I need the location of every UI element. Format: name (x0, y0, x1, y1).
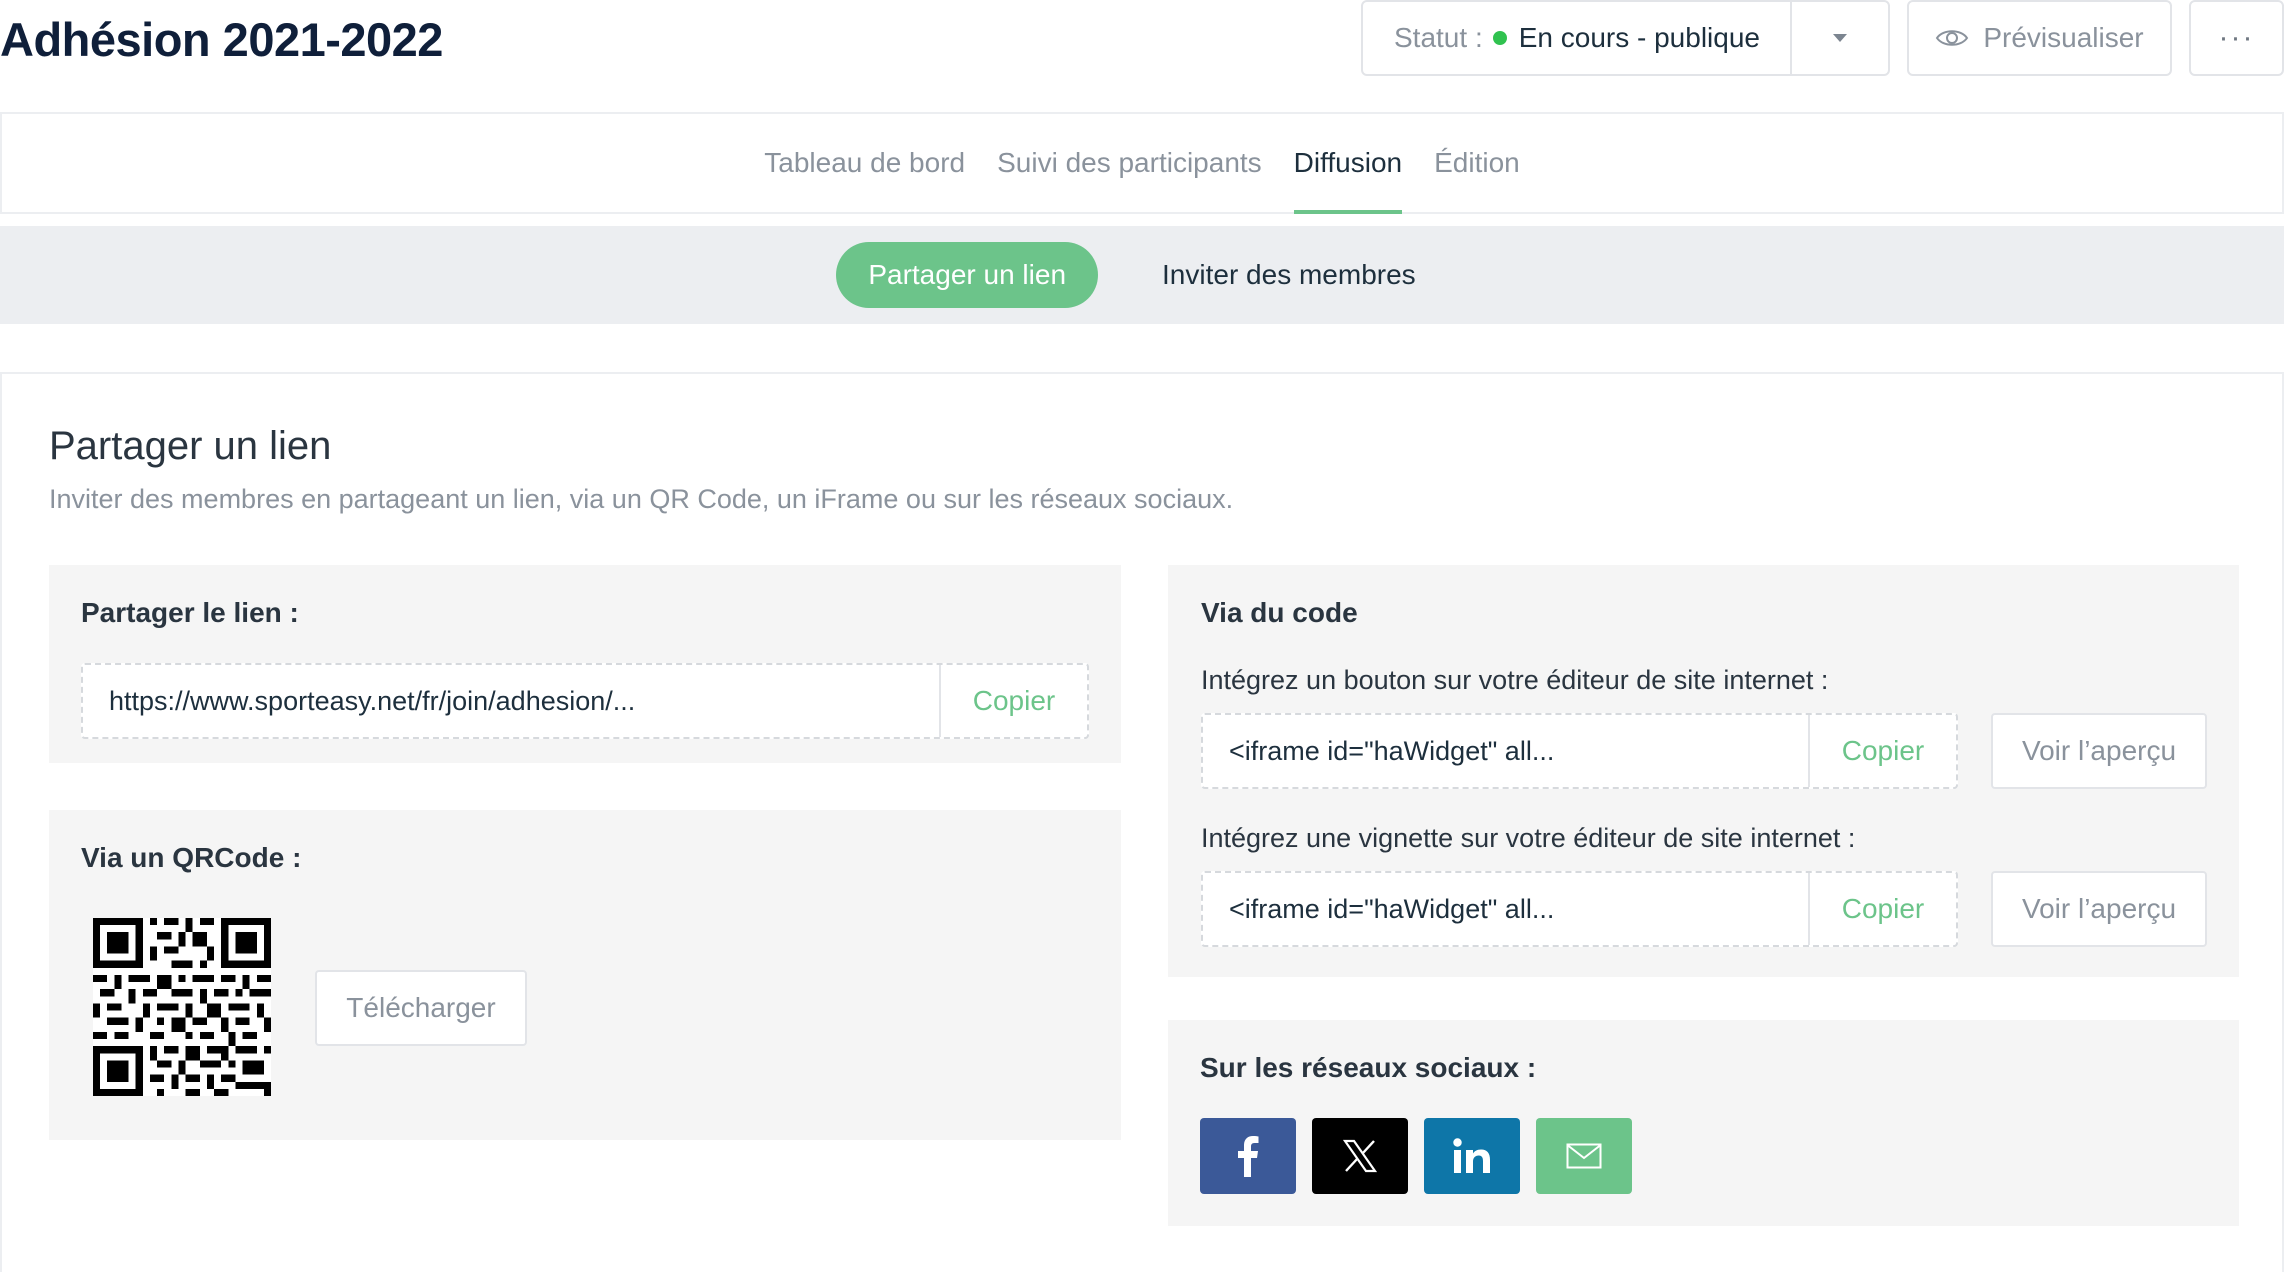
qrcode-panel: Via un QRCode : Télécharger (49, 810, 1121, 1140)
linkedin-icon (1453, 1138, 1490, 1173)
tabs: Tableau de bord Suivi des participants D… (2, 114, 2282, 214)
linkedin-share-button[interactable] (1424, 1118, 1520, 1194)
facebook-icon (1238, 1136, 1259, 1177)
share-card: Partager un lien Inviter des membres en … (0, 372, 2284, 1272)
email-share-button[interactable] (1536, 1118, 1632, 1194)
social-panel: Sur les réseaux sociaux : (1168, 1020, 2239, 1226)
share-link-label: Partager le lien : (81, 597, 299, 628)
status-value: En cours - publique (1518, 22, 1760, 53)
x-share-button[interactable] (1312, 1118, 1408, 1194)
status-dropdown[interactable]: Statut : En cours - publique (1361, 0, 1890, 76)
share-link-panel: Partager le lien : https://www.sporteasy… (49, 565, 1121, 763)
preview-button[interactable]: Prévisualiser (1907, 0, 2172, 76)
status-label: Statut : (1394, 22, 1483, 53)
tab-edition[interactable]: Édition (1434, 114, 1520, 212)
qr-code-image (93, 918, 271, 1096)
vignette-embed-label: Intégrez une vignette sur votre éditeur … (1201, 823, 1856, 853)
section-subtitle: Inviter des membres en partageant un lie… (49, 484, 1234, 514)
copy-link-button[interactable]: Copier (939, 665, 1087, 737)
tab-suivi-des-participants[interactable]: Suivi des participants (997, 114, 1262, 212)
copy-button-code-button[interactable]: Copier (1808, 715, 1956, 787)
sub-navigation: Partager un lien Inviter des membres (0, 226, 2284, 324)
vignette-embed-field: <iframe id="haWidget" all... Copier (1201, 871, 1958, 947)
button-embed-field: <iframe id="haWidget" all... Copier (1201, 713, 1958, 789)
status-caret-button[interactable] (1790, 2, 1888, 74)
share-link-field: https://www.sporteasy.net/fr/join/adhesi… (81, 663, 1089, 739)
more-options-button[interactable]: ··· (2189, 0, 2284, 76)
share-link-value[interactable]: https://www.sporteasy.net/fr/join/adhesi… (83, 665, 939, 737)
social-label: Sur les réseaux sociaux : (1200, 1052, 1537, 1083)
preview-button-widget-button[interactable]: Voir l’aperçu (1991, 713, 2207, 789)
button-embed-value[interactable]: <iframe id="haWidget" all... (1203, 715, 1808, 787)
status-display[interactable]: Statut : En cours - publique (1363, 2, 1790, 74)
more-dots-icon: ··· (2218, 21, 2255, 54)
section-title: Partager un lien (49, 424, 332, 468)
vignette-embed-value[interactable]: <iframe id="haWidget" all... (1203, 873, 1808, 945)
qrcode-label: Via un QRCode : (81, 842, 302, 873)
x-icon (1343, 1139, 1377, 1173)
tab-diffusion[interactable]: Diffusion (1293, 114, 1403, 214)
copy-vignette-code-button[interactable]: Copier (1808, 873, 1956, 945)
code-panel: Via du code Intégrez un bouton sur votre… (1168, 565, 2239, 977)
facebook-share-button[interactable] (1200, 1118, 1296, 1194)
eye-icon (1936, 30, 1969, 46)
preview-vignette-button[interactable]: Voir l’aperçu (1991, 871, 2207, 947)
button-embed-label: Intégrez un bouton sur votre éditeur de … (1201, 665, 1829, 695)
download-qrcode-button[interactable]: Télécharger (315, 970, 527, 1046)
email-icon (1566, 1143, 1602, 1169)
preview-label: Prévisualiser (1983, 22, 2144, 53)
invite-members-link[interactable]: Inviter des membres (1130, 259, 1448, 291)
code-panel-label: Via du code (1201, 597, 1358, 628)
tab-tableau-de-bord[interactable]: Tableau de bord (764, 114, 965, 212)
tabs-bar: Tableau de bord Suivi des participants D… (0, 112, 2284, 214)
chevron-down-icon (1833, 34, 1847, 42)
page-title: Adhésion 2021-2022 (0, 13, 443, 66)
share-link-pill[interactable]: Partager un lien (836, 242, 1099, 308)
status-dot-icon (1492, 31, 1507, 45)
